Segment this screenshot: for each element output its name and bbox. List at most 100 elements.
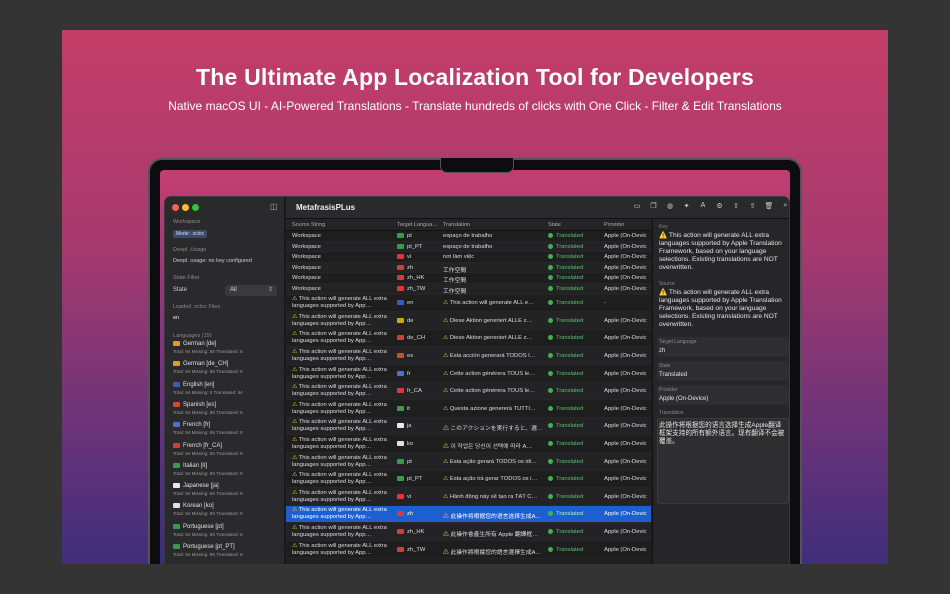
- loaded-file-item[interactable]: en: [173, 315, 179, 321]
- table-row[interactable]: ⚠ This action will generate ALL extra la…: [286, 400, 651, 418]
- flag-icon: [173, 422, 180, 428]
- column-state[interactable]: State: [548, 222, 561, 228]
- table-row[interactable]: ⚠ This action will generate ALL extra la…: [286, 330, 651, 348]
- sidebar-language-item[interactable]: Japanese [ja] Total: 94 Missing: 86 Trans…: [173, 483, 281, 503]
- minimize-window-button[interactable]: [182, 204, 189, 211]
- target-language-cell: pt_PT: [397, 243, 442, 250]
- flag-icon: [173, 442, 180, 448]
- sidebar-language-item[interactable]: Spanish [es] Total: 94 Missing: 86 Transl…: [173, 401, 281, 422]
- translation-text: Esta ação gerará TODOS os idi…: [449, 458, 537, 465]
- table-row[interactable]: Workspace zh_TW 工作空間 Translated Apple (O…: [286, 284, 651, 295]
- table-row[interactable]: ⚠ This action will generate ALL extra la…: [286, 417, 651, 436]
- target-language-text: zh_HK: [407, 528, 425, 535]
- table-row[interactable]: Workspace zh_HK 工作空間 Translated Apple (O…: [286, 273, 651, 284]
- target-language-text: zh: [407, 511, 414, 518]
- state-text: Translated: [556, 335, 584, 342]
- translation-cell: espaço de trabalho: [443, 233, 543, 239]
- close-window-button[interactable]: [172, 204, 179, 211]
- table-row[interactable]: ⚠ This action will generate ALL extra la…: [286, 505, 651, 524]
- checkmark-icon: [548, 300, 553, 306]
- table-row[interactable]: ⚠ This action will generate ALL extra la…: [286, 312, 651, 330]
- state-cell: Translated: [548, 511, 598, 517]
- sidebar-language-item[interactable]: English [en] Total: 94 Missing: 0 Transla…: [173, 381, 281, 402]
- flag-icon: [397, 300, 404, 306]
- checkmark-icon: [548, 440, 553, 446]
- state-text: Translated: [556, 423, 584, 430]
- table-row[interactable]: ⚠ This action will generate ALL extra la…: [286, 435, 651, 453]
- table-row[interactable]: ⚠ This action will generate ALL extra la…: [286, 382, 651, 401]
- provider-cell: -: [604, 300, 606, 307]
- column-provider[interactable]: Provider: [604, 222, 624, 228]
- export-icon[interactable]: ⇪: [748, 202, 758, 210]
- doc-icon[interactable]: ❐: [649, 202, 659, 210]
- share-icon[interactable]: ⇧: [731, 202, 741, 210]
- gear-icon[interactable]: ⚙: [715, 202, 725, 210]
- table-row[interactable]: Workspace vi nơi làm việc Translated App…: [286, 252, 651, 263]
- zoom-window-button[interactable]: [192, 204, 199, 211]
- warning-icon: ⚠: [292, 331, 298, 338]
- sidebar-language-item[interactable]: Portuguese [pt_PT] Total: 94 Missing: 86 …: [173, 544, 281, 564]
- sidebar-language-item[interactable]: French [fr_CA] Total: 94 Missing: 86 Tran…: [173, 442, 281, 463]
- flag-icon: [397, 243, 404, 249]
- sidebar-language-item[interactable]: French [fr] Total: 94 Missing: 86 Transla…: [173, 422, 281, 442]
- trash-icon[interactable]: 🗑: [764, 202, 774, 210]
- state-filter-select[interactable]: All ⇕: [225, 285, 277, 296]
- app-window: ◫ Workspace Mode: .xcloc Deepl. Usage De…: [164, 196, 790, 564]
- source-cell: ⚠ This action will generate ALL extra la…: [292, 314, 392, 328]
- text-format-icon[interactable]: A: [698, 202, 708, 209]
- folder-icon[interactable]: ▭: [632, 202, 642, 210]
- table-row[interactable]: Workspace pt_PT espaço de trabalho Trans…: [286, 241, 651, 253]
- sparkle-icon[interactable]: ✦: [682, 202, 692, 210]
- language-label: Spanish [es]: [183, 401, 217, 408]
- target-language-text: en: [407, 300, 414, 307]
- warning-icon: ⚠: [443, 458, 449, 465]
- globe-icon[interactable]: ◍: [665, 202, 675, 210]
- language-label: German [de_CH]: [183, 361, 229, 368]
- table-row[interactable]: ⚠ This action will generate ALL extra la…: [286, 541, 651, 559]
- column-translation[interactable]: Translation: [443, 222, 470, 228]
- translation-text: 此操作将根据您的语言选择生成A…: [450, 514, 542, 521]
- sidebar-language-item[interactable]: German [de] Total: 94 Missing: 86 Transla…: [173, 341, 281, 361]
- table-header: Source String Target Langua… Translation…: [286, 219, 651, 231]
- table-row[interactable]: ⚠ This action will generate ALL extra la…: [286, 471, 651, 489]
- translation-value[interactable]: 此操作将根据您的语言选择生成Apple翻译框架支持的所有额外语言。现有翻译不会被…: [659, 422, 787, 446]
- table-row[interactable]: ⚠ This action will generate ALL extra la…: [286, 347, 651, 365]
- warning-icon: ⚠: [443, 493, 449, 500]
- table-row[interactable]: ⚠ This action will generate ALL extra la…: [286, 523, 651, 541]
- warning-icon: ⚠: [443, 476, 449, 483]
- checkmark-icon: [548, 546, 553, 552]
- state-text: Translated: [556, 352, 584, 359]
- sidebar-language-item[interactable]: Italian [it] Total: 94 Missing: 86 Transl…: [173, 462, 281, 483]
- source-text: Workspace: [292, 275, 321, 282]
- laptop-frame: ◫ Workspace Mode: .xcloc Deepl. Usage De…: [148, 158, 802, 564]
- source-cell: ⚠ This action will generate ALL extra la…: [292, 543, 392, 557]
- sidebar-language-item[interactable]: German [de_CH] Total: 94 Missing: 86 Tran…: [173, 361, 281, 381]
- sidebar-language-item[interactable]: Korean [ko] Total: 94 Missing: 86 Transla…: [173, 503, 281, 523]
- source-cell: ⚠ This action will generate ALL extra la…: [292, 296, 392, 310]
- translation-cell: ⚠ This action will generate ALL e…: [443, 300, 543, 306]
- state-cell: Translated: [548, 458, 598, 465]
- column-target-language[interactable]: Target Langua…: [397, 222, 438, 228]
- flag-icon: [397, 458, 404, 464]
- source-text: This action will generate ALL extra lang…: [292, 436, 387, 450]
- language-name: Portuguese [pt]: [173, 523, 281, 530]
- language-label: Portuguese [pt_PT]: [183, 544, 235, 550]
- sidebar-language-item[interactable]: Portuguese [pt] Total: 94 Missing: 86 Tra…: [173, 523, 281, 544]
- warning-icon: ⚠: [443, 388, 449, 395]
- column-source-string[interactable]: Source String: [292, 222, 325, 228]
- table-row[interactable]: Workspace zh 工作空間 Translated Apple (On-D…: [286, 262, 651, 274]
- target-language-text: pt_PT: [407, 243, 423, 250]
- sidebar-toggle-icon[interactable]: ◫: [270, 202, 278, 211]
- source-cell: Workspace: [292, 265, 392, 272]
- language-stats: Total: 94 Missing: 86 Translated: 8: [173, 491, 243, 497]
- table-row[interactable]: ⚠ This action will generate ALL extra la…: [286, 295, 651, 313]
- table-row[interactable]: ⚠ This action will generate ALL extra la…: [286, 488, 651, 506]
- table-row[interactable]: Workspace pt espaço de trabalho Translat…: [286, 231, 651, 242]
- language-name: French [fr_CA]: [173, 442, 281, 449]
- state-cell: Translated: [548, 254, 598, 260]
- state-text: Translated: [556, 243, 584, 250]
- table-row[interactable]: ⚠ This action will generate ALL extra la…: [286, 453, 651, 471]
- target-language-text: it: [407, 405, 410, 412]
- table-row[interactable]: ⚠ This action will generate ALL extra la…: [286, 365, 651, 383]
- search-icon[interactable]: ⌕: [781, 202, 790, 210]
